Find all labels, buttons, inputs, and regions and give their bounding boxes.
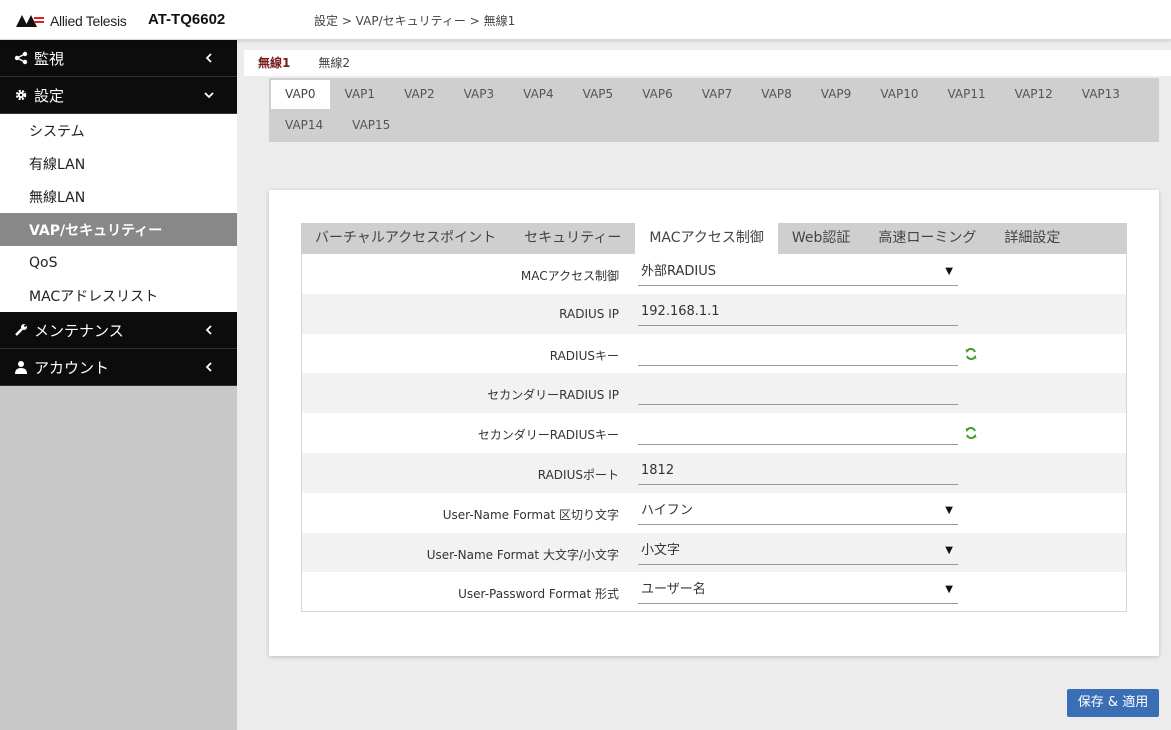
form-row-radius-ip: RADIUS IP 192.168.1.1 (302, 293, 1126, 334)
form-row-username-case: User-Name Format 大文字/小文字 小文字 ▼ (302, 532, 1126, 573)
sidebar-section-maintenance[interactable]: メンテナンス (0, 312, 237, 349)
tab-security[interactable]: セキュリティー (510, 223, 635, 254)
dropdown-arrow-icon: ▼ (945, 544, 953, 556)
vap-tabs: VAP0 VAP1 VAP2 VAP3 VAP4 VAP5 VAP6 VAP7 … (269, 78, 1159, 142)
breadcrumb: 設定 > VAP/セキュリティー > 無線1 (314, 14, 516, 28)
mac-access-form: MACアクセス制御 外部RADIUS ▼ RADIUS IP 192.168.1… (301, 254, 1127, 612)
tab-vap6[interactable]: VAP6 (628, 80, 687, 109)
dropdown-arrow-icon: ▼ (945, 504, 953, 516)
user-icon (14, 360, 28, 374)
sidebar-item-system[interactable]: システム (0, 114, 237, 147)
sidebar-section-label: 設定 (34, 86, 65, 105)
dropdown-arrow-icon: ▼ (945, 584, 953, 596)
chevron-left-icon (205, 362, 212, 372)
config-tabs: バーチャルアクセスポイント セキュリティー MACアクセス制御 Web認証 高速… (301, 223, 1127, 254)
gear-icon (14, 88, 28, 102)
field-label: RADIUS IP (559, 306, 619, 321)
tab-vap2[interactable]: VAP2 (390, 80, 449, 109)
select-value: ユーザー名 (641, 582, 706, 598)
sidebar-section-monitor[interactable]: 監視 (0, 40, 237, 77)
field-label: RADIUSポート (537, 467, 619, 482)
form-row-radius-port: RADIUSポート 1812 (302, 452, 1126, 493)
top-header: Allied Telesis AT-TQ6602 設定 > VAP/セキュリティ… (0, 0, 1171, 40)
tab-radio2[interactable]: 無線2 (304, 50, 364, 76)
tab-advanced-settings[interactable]: 詳細設定 (990, 223, 1074, 254)
tab-vap1[interactable]: VAP1 (331, 80, 390, 109)
sidebar: 監視 設定 システム 有線LAN 無線LAN VAP/セキュリティー QoS M… (0, 40, 237, 730)
tab-vap7[interactable]: VAP7 (688, 80, 747, 109)
password-format-select[interactable]: ユーザー名 ▼ (638, 578, 958, 605)
sidebar-item-wireless-lan[interactable]: 無線LAN (0, 180, 237, 213)
radio-tabs: 無線1 無線2 (244, 50, 1171, 76)
tab-virtual-access-point[interactable]: バーチャルアクセスポイント (301, 223, 510, 254)
tab-vap11[interactable]: VAP11 (933, 80, 999, 109)
sidebar-item-wired-lan[interactable]: 有線LAN (0, 147, 237, 180)
tab-vap3[interactable]: VAP3 (450, 80, 509, 109)
settings-card: バーチャルアクセスポイント セキュリティー MACアクセス制御 Web認証 高速… (269, 190, 1159, 656)
tab-fast-roaming[interactable]: 高速ローミング (864, 223, 990, 254)
sidebar-section-label: メンテナンス (34, 321, 124, 340)
allied-telesis-logo-icon (16, 15, 44, 27)
sidebar-item-mac-address-list[interactable]: MACアドレスリスト (0, 279, 237, 312)
sidebar-section-label: 監視 (34, 49, 65, 68)
sidebar-item-vap-security[interactable]: VAP/セキュリティー (0, 213, 237, 246)
save-apply-button[interactable]: 保存 & 適用 (1067, 689, 1159, 717)
field-label: User-Name Format 大文字/小文字 (426, 547, 619, 562)
chevron-down-icon (204, 92, 214, 99)
refresh-icon[interactable] (964, 347, 978, 361)
field-label: User-Password Format 形式 (458, 587, 619, 602)
secondary-radius-ip-input[interactable] (638, 379, 958, 406)
refresh-icon[interactable] (964, 426, 978, 440)
radius-port-input[interactable]: 1812 (638, 459, 958, 485)
sidebar-section-settings[interactable]: 設定 (0, 77, 237, 114)
select-value: 小文字 (641, 542, 681, 558)
form-row-radius-key: RADIUSキー (302, 334, 1126, 374)
chevron-left-icon (205, 325, 212, 335)
username-case-select[interactable]: 小文字 ▼ (638, 539, 958, 565)
device-model: AT-TQ6602 (148, 11, 226, 28)
mac-access-control-select[interactable]: 外部RADIUS ▼ (638, 260, 958, 286)
tab-vap5[interactable]: VAP5 (569, 80, 628, 109)
form-row-secondary-radius-key: セカンダリーRADIUSキー (302, 413, 1126, 453)
select-value: 外部RADIUS (641, 264, 717, 279)
brand-logo: Allied Telesis (16, 13, 127, 29)
field-label: User-Name Format 区切り文字 (442, 507, 619, 522)
tab-vap12[interactable]: VAP12 (1001, 80, 1067, 109)
form-row-mac-access-control: MACアクセス制御 外部RADIUS ▼ (302, 254, 1126, 294)
radius-ip-input[interactable]: 192.168.1.1 (638, 300, 958, 326)
chevron-left-icon (205, 53, 212, 63)
tab-vap4[interactable]: VAP4 (509, 80, 568, 109)
form-row-secondary-radius-ip: セカンダリーRADIUS IP (302, 373, 1126, 414)
field-label: セカンダリーRADIUS IP (487, 388, 619, 403)
tab-web-auth[interactable]: Web認証 (778, 223, 865, 254)
tab-vap14[interactable]: VAP14 (271, 111, 337, 140)
sidebar-section-label: アカウント (34, 358, 110, 377)
tab-vap9[interactable]: VAP9 (807, 80, 866, 109)
sidebar-item-qos[interactable]: QoS (0, 246, 237, 279)
tab-vap10[interactable]: VAP10 (866, 80, 932, 109)
tab-vap8[interactable]: VAP8 (747, 80, 806, 109)
tab-vap13[interactable]: VAP13 (1068, 80, 1134, 109)
field-label: MACアクセス制御 (520, 269, 619, 283)
username-delimiter-select[interactable]: ハイフン ▼ (638, 499, 958, 525)
tab-vap0[interactable]: VAP0 (271, 80, 330, 109)
secondary-radius-key-input[interactable] (638, 419, 958, 446)
main-content: 無線1 無線2 VAP0 VAP1 VAP2 VAP3 VAP4 VAP5 VA… (237, 40, 1171, 730)
sidebar-section-account[interactable]: アカウント (0, 349, 237, 386)
dropdown-arrow-icon: ▼ (945, 266, 953, 277)
brand-name: Allied Telesis (50, 13, 127, 29)
tab-vap15[interactable]: VAP15 (338, 111, 404, 140)
select-value: ハイフン (641, 502, 694, 518)
form-row-username-delimiter: User-Name Format 区切り文字 ハイフン ▼ (302, 493, 1126, 533)
field-label: RADIUSキー (549, 348, 619, 363)
tab-radio1[interactable]: 無線1 (244, 50, 304, 76)
share-icon (14, 51, 28, 65)
wrench-icon (14, 323, 28, 337)
radius-key-input[interactable] (638, 340, 958, 366)
tab-mac-access-control[interactable]: MACアクセス制御 (635, 223, 778, 254)
form-row-password-format: User-Password Format 形式 ユーザー名 ▼ (302, 572, 1126, 612)
field-label: セカンダリーRADIUSキー (477, 428, 619, 443)
